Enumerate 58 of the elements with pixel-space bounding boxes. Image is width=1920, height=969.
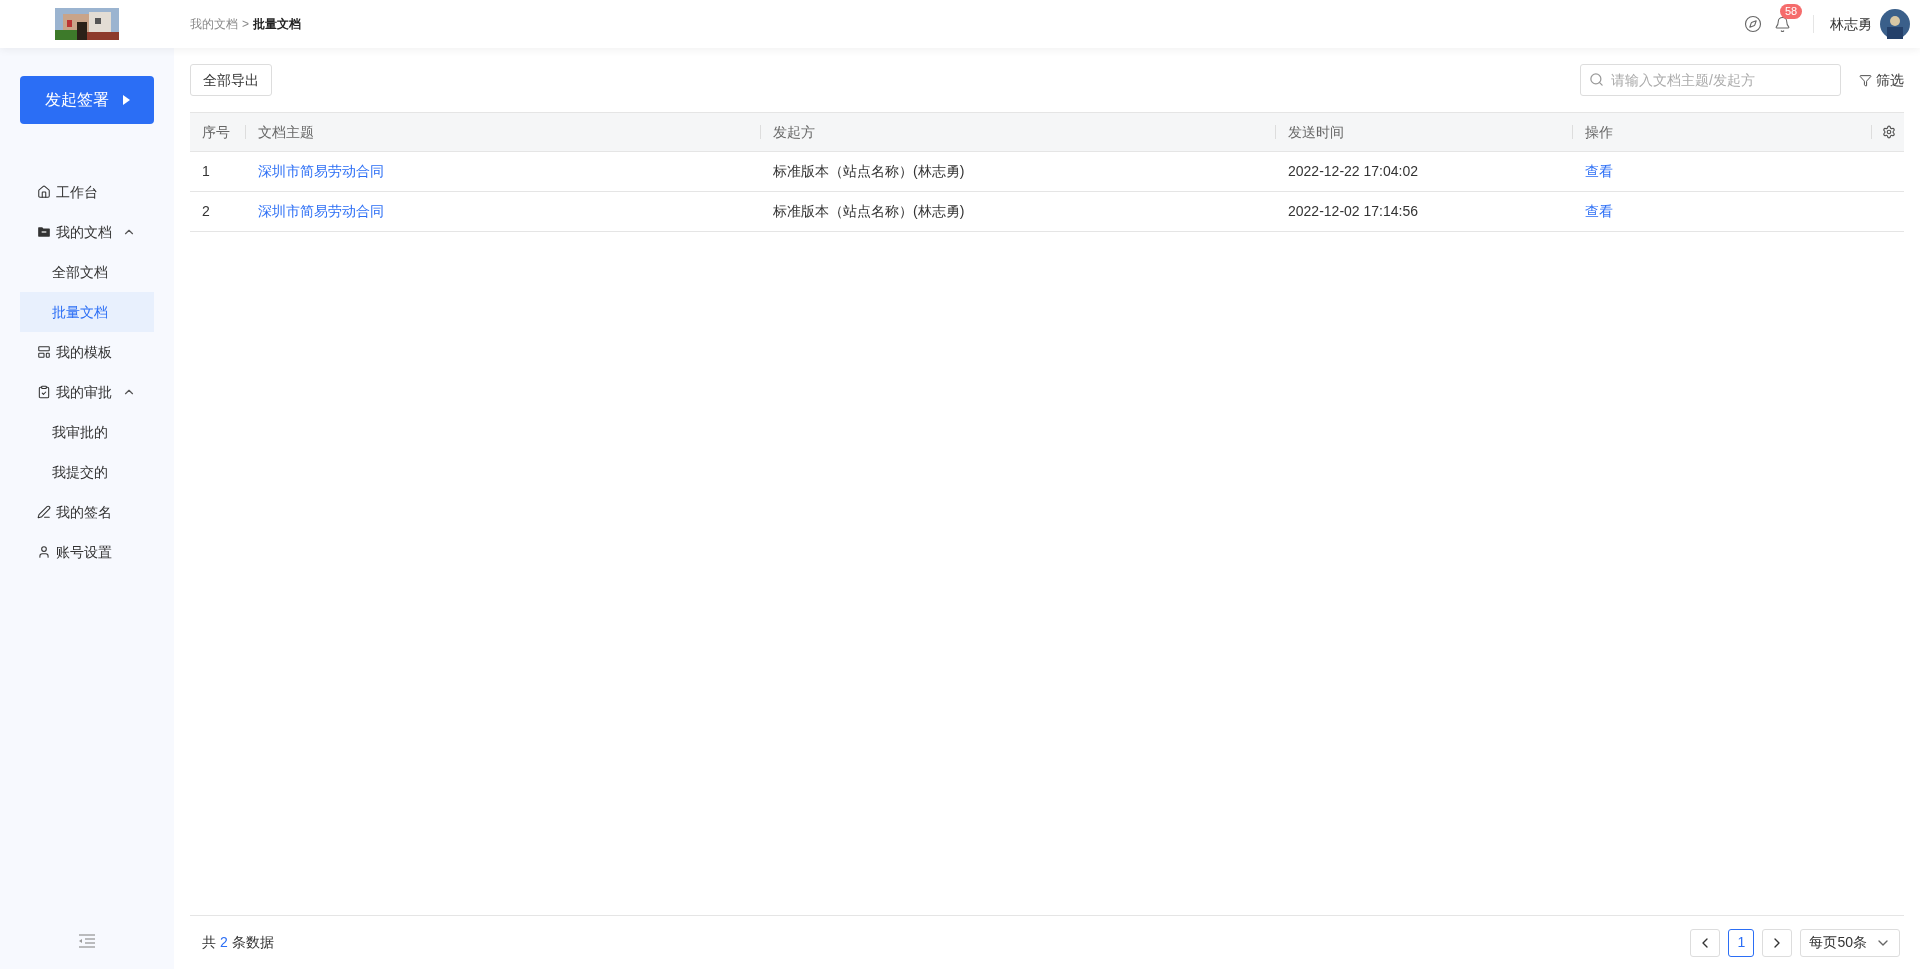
nav-subitem[interactable]: 我审批的 <box>20 412 154 452</box>
page-size-select[interactable]: 每页50条 <box>1800 928 1900 957</box>
notification-badge: 58 <box>1780 3 1803 19</box>
nav-subitem[interactable]: 我提交的 <box>20 452 154 492</box>
nav-item[interactable]: 我的文档 <box>20 212 154 252</box>
document-link[interactable]: 深圳市简易劳动合同 <box>258 203 384 219</box>
column-header: 发送时间 <box>1288 122 1344 142</box>
template-icon <box>37 345 51 359</box>
column-header: 文档主题 <box>258 122 314 142</box>
nav-subitem[interactable]: 批量文档 <box>20 292 154 332</box>
nav-label: 账号设置 <box>56 542 112 562</box>
compass-icon[interactable] <box>1744 15 1762 33</box>
notification-icon[interactable] <box>1774 15 1791 33</box>
settings-icon[interactable] <box>1882 125 1896 139</box>
view-link[interactable]: 查看 <box>1585 203 1613 219</box>
column-header: 序号 <box>201 122 230 142</box>
table-cell: 2022-12-02 17:14:56 <box>1288 203 1418 219</box>
next-page-button[interactable] <box>1762 928 1793 957</box>
account-icon <box>37 545 51 559</box>
nav-label: 工作台 <box>56 182 98 202</box>
search-field[interactable]: 请输入文档主题/发起方 <box>1580 64 1841 96</box>
column-header: 发起方 <box>773 122 815 142</box>
column-header: 操作 <box>1585 122 1613 142</box>
nav-label: 我的审批 <box>56 382 112 402</box>
nav-item[interactable]: 账号设置 <box>20 532 154 572</box>
nav-subitem[interactable]: 全部文档 <box>20 252 154 292</box>
view-link[interactable]: 查看 <box>1585 163 1613 179</box>
search-icon <box>1589 72 1604 87</box>
start-signing-button[interactable]: 发起签署 <box>20 76 154 124</box>
nav-label: 我的模板 <box>56 342 112 362</box>
avatar[interactable] <box>1880 9 1910 39</box>
nav-item[interactable]: 工作台 <box>20 172 154 212</box>
table-cell: 2 <box>202 203 210 219</box>
signature-icon <box>37 505 51 519</box>
caret-icon <box>122 95 130 105</box>
nav-item[interactable]: 我的模板 <box>20 332 154 372</box>
filter-icon <box>1859 73 1872 87</box>
total-count-text: 共 2 条数据 <box>201 933 274 952</box>
nav-item[interactable]: 我的签名 <box>20 492 154 532</box>
table-cell: 1 <box>202 163 210 179</box>
filter-button[interactable]: 筛选 <box>1859 69 1904 91</box>
approval-icon <box>37 385 51 399</box>
breadcrumb-item: 批量文档 <box>253 16 301 33</box>
previous-page-button[interactable] <box>1690 928 1721 957</box>
home-icon <box>37 185 51 199</box>
nav-item[interactable]: 我的审批 <box>20 372 154 412</box>
document-link[interactable]: 深圳市简易劳动合同 <box>258 163 384 179</box>
folder-icon <box>37 225 51 239</box>
nav-label: 我的签名 <box>56 502 112 522</box>
table-cell: 标准版本（站点名称）(林志勇) <box>773 163 965 179</box>
table-cell: 标准版本（站点名称）(林志勇) <box>773 203 965 219</box>
user-name[interactable]: 林志勇 <box>1830 13 1872 35</box>
table-cell: 2022-12-22 17:04:02 <box>1288 163 1418 179</box>
page-button[interactable]: 1 <box>1728 928 1755 957</box>
nav-label: 我的文档 <box>56 222 112 242</box>
breadcrumb-item[interactable]: > <box>242 15 249 33</box>
breadcrumb-item[interactable]: 我的文档 <box>190 15 238 33</box>
export-all-button[interactable]: 全部导出 <box>190 64 272 96</box>
